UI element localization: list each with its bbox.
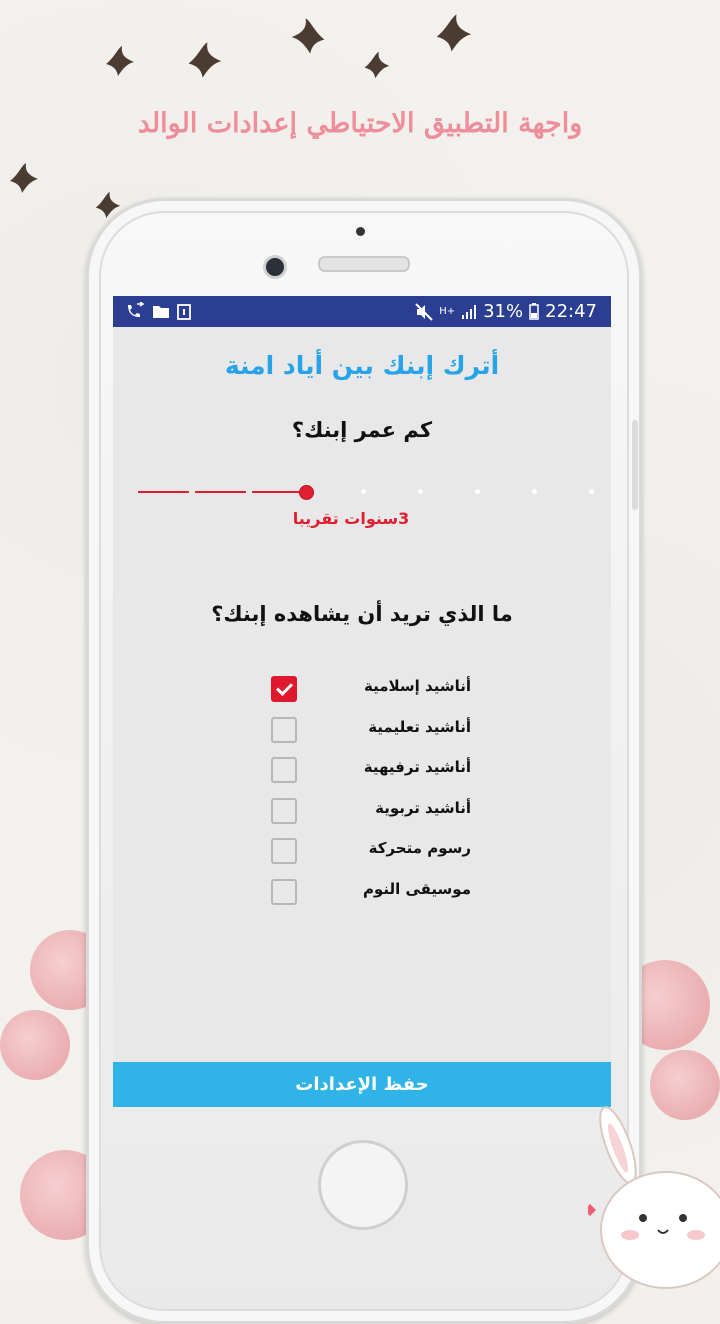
slider-filled-segment [252, 491, 303, 493]
bird-icon [188, 42, 222, 78]
phone-side-button [632, 420, 638, 510]
slider-tick [475, 489, 480, 494]
bird-icon [436, 14, 472, 52]
age-value-label: 3سنوات تقريبا [292, 509, 410, 528]
bird-icon [291, 18, 325, 54]
home-button[interactable] [318, 1140, 408, 1230]
folder-icon [153, 305, 169, 318]
option-row[interactable]: أناشيد ترفيهية [271, 757, 471, 783]
option-label: موسيقى النوم [362, 879, 471, 898]
age-question: كم عمر إبنك؟ [291, 418, 433, 442]
option-checkbox[interactable] [271, 797, 297, 824]
option-label: رسوم متحركة [368, 839, 471, 857]
option-checkbox[interactable] [271, 716, 297, 743]
slider-thumb[interactable] [299, 485, 314, 500]
age-slider[interactable] [135, 482, 594, 502]
status-bar: H+ 31% 22:47 [113, 296, 611, 327]
slider-tick [532, 489, 537, 494]
slider-tick [418, 489, 423, 494]
promo-headline: واجهة التطبيق الاحتياطي إعدادات الوالد [137, 108, 583, 139]
mute-icon [415, 302, 433, 321]
option-label: أناشيد تعليمية [368, 717, 471, 736]
option-label: أناشيد إسلامية [364, 677, 471, 695]
option-label: أناشيد ترفيهية [363, 758, 471, 776]
network-type: H+ [439, 305, 456, 317]
phone-screen: H+ 31% 22:47 أترك إبنك بين أياد امنة كم … [113, 296, 611, 1107]
option-checkbox[interactable] [271, 838, 297, 864]
bird-icon [364, 51, 390, 79]
save-settings-button[interactable]: حفظ الإعدادات [113, 1062, 611, 1107]
slider-filled-segment [138, 491, 189, 493]
bird-icon [106, 46, 134, 76]
option-row[interactable]: أناشيد تعليمية [271, 716, 471, 743]
bunny-mascot [588, 1106, 720, 1289]
option-checkbox[interactable] [271, 676, 297, 702]
signal-icon [462, 304, 477, 319]
bird-icon [10, 163, 38, 193]
option-row[interactable]: أناشيد إسلامية [271, 676, 471, 702]
earpiece-speaker [318, 256, 410, 272]
slider-tick [361, 489, 366, 494]
option-checkbox[interactable] [271, 878, 297, 905]
flower-decoration [0, 1010, 70, 1080]
option-row[interactable]: موسيقى النوم [271, 878, 471, 905]
option-row[interactable]: أناشيد تربوية [271, 797, 471, 824]
option-checkbox[interactable] [271, 757, 297, 783]
option-row[interactable]: رسوم متحركة [271, 838, 471, 864]
call-forward-icon [128, 302, 145, 317]
option-label: أناشيد تربوية [375, 798, 471, 817]
clipboard-icon [177, 303, 191, 320]
slider-tick [589, 489, 594, 494]
front-camera [263, 255, 287, 279]
battery-icon [529, 303, 539, 320]
battery-percent: 31% [483, 301, 524, 322]
slider-filled-segment [195, 491, 246, 493]
app-title: أترك إبنك بين أياد امنة [224, 351, 500, 380]
proximity-sensor [356, 227, 365, 236]
clock: 22:47 [545, 301, 597, 322]
content-question: ما الذي تريد أن يشاهده إبنك؟ [211, 602, 513, 626]
